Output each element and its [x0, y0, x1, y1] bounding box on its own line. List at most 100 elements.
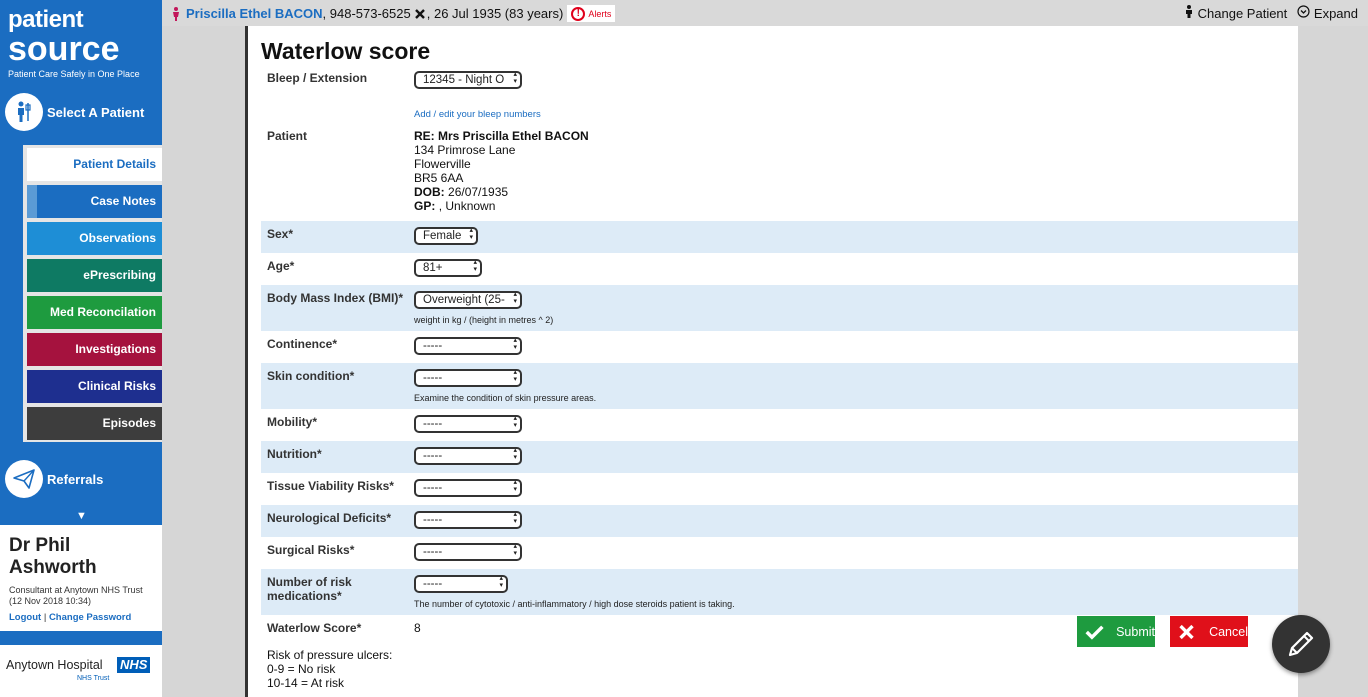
referrals-icon[interactable]: [5, 460, 43, 498]
female-person-icon: [173, 6, 179, 21]
cancel-label: Cancel: [1209, 624, 1248, 639]
mobility-label: Mobility*: [267, 415, 317, 429]
submit-button[interactable]: Submit: [1077, 616, 1155, 647]
patient-re: RE: Mrs Priscilla Ethel BACON: [414, 129, 589, 143]
select-patient-icon[interactable]: [5, 93, 43, 131]
risk-line-1: 0-9 = No risk: [267, 662, 336, 676]
alerts-button[interactable]: ! Alerts: [567, 5, 616, 22]
neuro-label: Neurological Deficits*: [267, 511, 392, 525]
patient-summary: Priscilla Ethel BACON , 948-573-6525 , 2…: [172, 5, 616, 22]
mobility-row: Mobility* -----: [261, 409, 1298, 441]
neuro-row: Neurological Deficits* -----: [261, 505, 1298, 537]
menu-episodes[interactable]: Episodes: [27, 407, 162, 440]
score-value: 8: [414, 621, 421, 635]
cancel-button[interactable]: Cancel: [1170, 616, 1248, 647]
bmi-label: Body Mass Index (BMI)*: [267, 291, 404, 305]
sex-select[interactable]: Female: [414, 227, 478, 245]
gp-value: , Unknown: [438, 199, 496, 213]
logo-tagline: Patient Care Safely in One Place: [8, 69, 140, 79]
menu-eprescribing[interactable]: ePrescribing: [27, 259, 162, 292]
menu-observations[interactable]: Observations: [27, 222, 162, 255]
meds-row: Number of risk medications* ----- The nu…: [261, 569, 1298, 615]
user-session: (12 Nov 2018 10:34): [9, 596, 92, 606]
patient-address: RE: Mrs Priscilla Ethel BACON 134 Primro…: [414, 129, 589, 213]
nhs-logo: NHS: [117, 657, 151, 673]
age-select[interactable]: 81+: [414, 259, 482, 277]
close-icon[interactable]: [414, 8, 426, 20]
menu-clinical-risks[interactable]: Clinical Risks: [27, 370, 162, 403]
alert-icon: !: [571, 6, 586, 21]
menu-patient-details[interactable]: Patient Details: [27, 148, 162, 181]
surgical-row: Surgical Risks* -----: [261, 537, 1298, 569]
risk-line-2: 10-14 = At risk: [267, 676, 345, 690]
neuro-select[interactable]: -----: [414, 511, 522, 529]
bleep-row: Bleep / Extension 12345 - Night O Add / …: [261, 65, 1298, 121]
bmi-hint: weight in kg / (height in metres ^ 2): [414, 315, 554, 325]
address-line2: Flowerville: [414, 157, 471, 171]
patient-gp: GP: , Unknown: [414, 199, 589, 213]
waterlow-form: Waterlow score Bleep / Extension 12345 -…: [245, 26, 1298, 697]
link-separator: |: [43, 612, 47, 623]
bleep-select[interactable]: 12345 - Night O: [414, 71, 522, 89]
select-patient-link[interactable]: Select A Patient: [47, 105, 144, 120]
hospital-name: Anytown Hospital: [6, 658, 103, 672]
menu-investigations[interactable]: Investigations: [27, 333, 162, 366]
menu-case-notes[interactable]: Case Notes: [27, 185, 162, 218]
skin-row: Skin condition* ----- Examine the condit…: [261, 363, 1298, 409]
cross-icon: [1179, 624, 1194, 639]
patient-menu: Patient Details Case Notes Observations …: [23, 145, 162, 442]
change-password-link[interactable]: Change Password: [49, 612, 131, 623]
address-line1: 134 Primrose Lane: [414, 143, 516, 157]
gp-label: GP:: [414, 199, 436, 213]
bmi-row: Body Mass Index (BMI)* Overweight (25- w…: [261, 285, 1298, 331]
tissue-select[interactable]: -----: [414, 479, 522, 497]
patient-label: Patient: [267, 129, 308, 143]
patient-name-link[interactable]: Priscilla Ethel BACON: [186, 6, 323, 21]
referrals-link[interactable]: Referrals: [47, 472, 103, 487]
score-label: Waterlow Score*: [267, 621, 362, 635]
bleep-value: 12345 - Night O Add / edit your bleep nu…: [414, 71, 541, 120]
nutrition-row: Nutrition* -----: [261, 441, 1298, 473]
active-stripe: [27, 185, 37, 218]
person-icon: [1186, 5, 1193, 18]
meds-select[interactable]: -----: [414, 575, 508, 593]
continence-select[interactable]: -----: [414, 337, 522, 355]
tissue-row: Tissue Viability Risks* -----: [261, 473, 1298, 505]
meds-label: Number of risk medications*: [267, 575, 352, 603]
surgical-select[interactable]: -----: [414, 543, 522, 561]
change-patient-button[interactable]: Change Patient: [1185, 5, 1287, 21]
user-role: Consultant at Anytown NHS Trust: [9, 585, 143, 595]
chevron-down-icon[interactable]: ▼: [76, 510, 87, 522]
edit-bleep-link[interactable]: Add / edit your bleep numbers: [414, 109, 541, 120]
menu-med-reconcilation[interactable]: Med Reconcilation: [27, 296, 162, 329]
logout-link[interactable]: Logout: [9, 612, 41, 623]
user-links: Logout | Change Password: [9, 612, 153, 623]
expand-button[interactable]: Expand: [1297, 5, 1358, 21]
dob-label: DOB:: [414, 185, 445, 199]
sex-label: Sex*: [267, 227, 294, 241]
continence-row: Continence* -----: [261, 331, 1298, 363]
patient-row: Patient RE: Mrs Priscilla Ethel BACON 13…: [261, 123, 1298, 221]
edit-fab-button[interactable]: [1272, 615, 1330, 673]
meds-hint: The number of cytotoxic / anti-inflammat…: [414, 599, 735, 609]
sidebar: patient source Patient Care Safely in On…: [0, 0, 162, 697]
age-label: Age*: [267, 259, 295, 273]
patient-source-logo[interactable]: patient source Patient Care Safely in On…: [8, 8, 158, 84]
bleep-label: Bleep / Extension: [267, 71, 368, 85]
bmi-select[interactable]: Overweight (25-: [414, 291, 522, 309]
continence-label: Continence*: [267, 337, 338, 351]
surgical-label: Surgical Risks*: [267, 543, 355, 557]
mobility-select[interactable]: -----: [414, 415, 522, 433]
skin-select[interactable]: -----: [414, 369, 522, 387]
banner-actions: Change Patient Expand: [1185, 5, 1358, 21]
nutrition-select[interactable]: -----: [414, 447, 522, 465]
hospital-footer: Anytown Hospital NHS NHS Trust: [0, 645, 162, 697]
menu-case-notes-label: Case Notes: [90, 194, 156, 208]
check-icon: [1085, 625, 1104, 640]
submit-label: Submit: [1116, 624, 1155, 639]
patient-banner: Priscilla Ethel BACON , 948-573-6525 , 2…: [162, 0, 1368, 26]
risk-legend: Risk of pressure ulcers: 0-9 = No risk 1…: [261, 645, 1298, 697]
logo-line1: patient: [8, 6, 84, 33]
alerts-label: Alerts: [588, 8, 612, 19]
skin-label: Skin condition*: [267, 369, 355, 383]
